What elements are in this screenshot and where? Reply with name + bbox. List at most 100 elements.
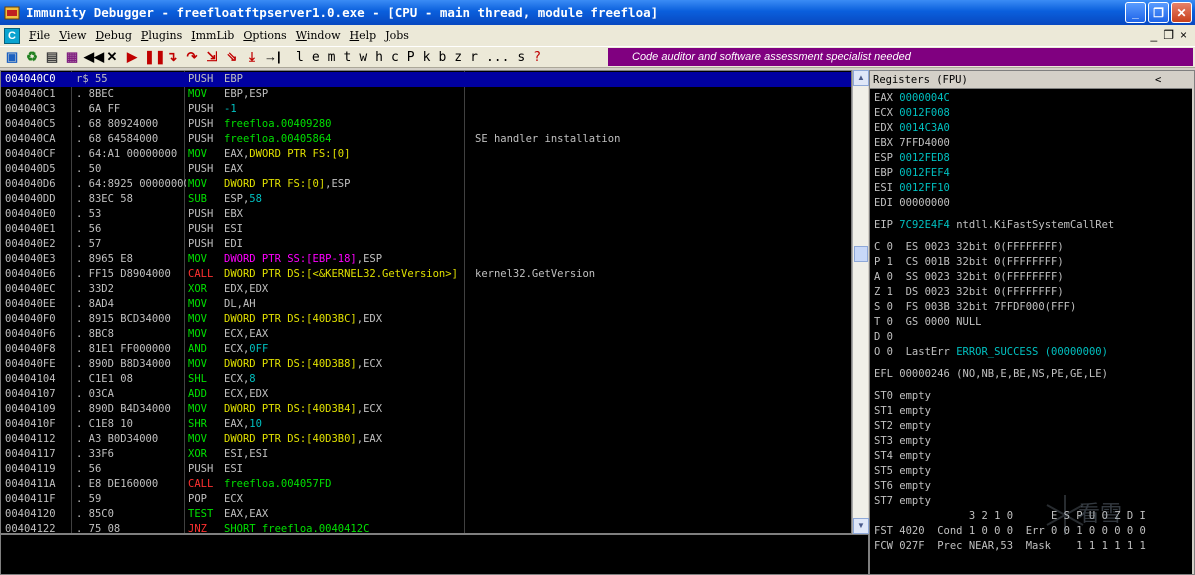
- register-line[interactable]: D 0: [874, 330, 893, 345]
- disassembly-row[interactable]: 00404109 . 890D B4D34000 MOV DWORD PTR DS:[…: [1, 402, 851, 417]
- execute-till-return-icon[interactable]: ⤓: [244, 49, 260, 65]
- disassembly-row[interactable]: 004040F6 . 8BC8 MOV ECX,EAX: [1, 327, 851, 342]
- register-line[interactable]: S 0 FS 003B 32bit 7FFDF000(FFF): [874, 300, 1076, 315]
- close-debuggee-icon[interactable]: ✕: [104, 49, 120, 65]
- register-line[interactable]: EDX 0014C3A0: [874, 121, 950, 136]
- disassembly-row[interactable]: 004040E6 . FF15 D8904000 CALL DWORD PTR DS:…: [1, 267, 851, 282]
- register-line[interactable]: T 0 GS 0000 NULL: [874, 315, 981, 330]
- register-line[interactable]: EBP 0012FEF4: [874, 166, 950, 181]
- title-bar[interactable]: Immunity Debugger - freefloatftpserver1.…: [0, 0, 1195, 25]
- disassembly-row[interactable]: 00404119 . 56 PUSH ESI: [1, 462, 851, 477]
- disassembly-row[interactable]: 004040F0 . 8915 BCD34000 MOV DWORD PTR DS:[…: [1, 312, 851, 327]
- menu-jobs[interactable]: Jobs: [385, 29, 409, 42]
- disassembly-row[interactable]: 004040CA . 68 64584000 PUSH freefloa.004058…: [1, 132, 851, 147]
- mdi-minimize-button[interactable]: _: [1151, 28, 1158, 42]
- pycommand-icon[interactable]: ▦: [64, 49, 80, 65]
- register-line[interactable]: ST4 empty: [874, 449, 931, 464]
- menu-help[interactable]: Help: [350, 29, 377, 42]
- restart-icon[interactable]: ♻: [24, 49, 40, 65]
- go-to-icon[interactable]: →|: [264, 49, 281, 65]
- minimize-button[interactable]: _: [1125, 2, 1146, 23]
- toolbar-window-button[interactable]: c: [391, 50, 399, 65]
- disassembly-row[interactable]: 004040C0 r$ 55 PUSH EBP: [1, 72, 851, 87]
- register-line[interactable]: ECX 0012F008: [874, 106, 950, 121]
- disassembly-row[interactable]: 00404117 . 33F6 XOR ESI,ESI: [1, 447, 851, 462]
- toolbar-window-button[interactable]: z: [454, 50, 462, 65]
- register-line[interactable]: P 1 CS 001B 32bit 0(FFFFFFFF): [874, 255, 1064, 270]
- registers-header[interactable]: Registers (FPU) <: [870, 71, 1192, 89]
- menu-debug[interactable]: Debug: [95, 29, 132, 42]
- toolbar-window-button[interactable]: r: [470, 50, 478, 65]
- register-line[interactable]: Z 1 DS 0023 32bit 0(FFFFFFFF): [874, 285, 1064, 300]
- register-line[interactable]: EDI 00000000: [874, 196, 950, 211]
- open-icon[interactable]: ▣: [4, 49, 20, 65]
- disassembly-row[interactable]: 0040411A . E8 DE160000 CALL freefloa.004057…: [1, 477, 851, 492]
- disassembly-row[interactable]: 004040FE . 890D B8D34000 MOV DWORD PTR DS:[…: [1, 357, 851, 372]
- register-line[interactable]: A 0 SS 0023 32bit 0(FFFFFFFF): [874, 270, 1064, 285]
- disassembly-row[interactable]: 004040E1 . 56 PUSH ESI: [1, 222, 851, 237]
- toolbar-window-button[interactable]: w: [359, 50, 367, 65]
- dump-pane[interactable]: [0, 534, 869, 575]
- toolbar-window-button[interactable]: e: [312, 50, 320, 65]
- register-line[interactable]: O 0 LastErr ERROR_SUCCESS (00000000): [874, 345, 1108, 360]
- run-icon[interactable]: ▶: [124, 49, 140, 65]
- register-line[interactable]: ESP 0012FED8: [874, 151, 950, 166]
- toolbar-window-button[interactable]: P: [407, 50, 415, 65]
- disassembly-row[interactable]: 004040C3 . 6A FF PUSH -1: [1, 102, 851, 117]
- pause-icon[interactable]: ❚❚: [144, 49, 166, 65]
- trace-over-icon[interactable]: ⇘: [224, 49, 240, 65]
- disassembly-row[interactable]: 004040EE . 8AD4 MOV DL,AH: [1, 297, 851, 312]
- toolbar-window-button[interactable]: k: [423, 50, 431, 65]
- toolbar-window-button[interactable]: l: [296, 50, 304, 65]
- disassembly-pane[interactable]: 004040C0 r$ 55 PUSH EBP 004040C1 . 8BEC MOV EBP…: [0, 70, 852, 534]
- menu-options[interactable]: Options: [243, 29, 286, 42]
- disassembly-row[interactable]: 004040C5 . 68 80924000 PUSH freefloa.004092…: [1, 117, 851, 132]
- trace-into-icon[interactable]: ⇲: [204, 49, 220, 65]
- register-line[interactable]: ST2 empty: [874, 419, 931, 434]
- register-line[interactable]: ST7 empty: [874, 494, 931, 509]
- disassembly-row[interactable]: 004040E3 . 8965 E8 MOV DWORD PTR SS:[EBP-18…: [1, 252, 851, 267]
- disassembly-row[interactable]: 004040CF . 64:A1 00000000 MOV EAX,DWORD PTR…: [1, 147, 851, 162]
- scroll-up-button[interactable]: ▲: [853, 70, 869, 86]
- register-line[interactable]: C 0 ES 0023 32bit 0(FFFFFFFF): [874, 240, 1064, 255]
- menu-view[interactable]: View: [59, 29, 86, 42]
- disassembly-row[interactable]: 0040411F . 59 POP ECX: [1, 492, 851, 507]
- mdi-close-button[interactable]: ×: [1180, 28, 1187, 42]
- menu-window[interactable]: Window: [296, 29, 341, 42]
- disassembly-row[interactable]: 004040D6 . 64:8925 00000000 MOV DWORD PTR F…: [1, 177, 851, 192]
- disassembly-row[interactable]: 00404112 . A3 B0D34000 MOV DWORD PTR DS:[40…: [1, 432, 851, 447]
- register-line[interactable]: EAX 0000004C: [874, 91, 950, 106]
- ad-banner[interactable]: Code auditor and software assessment spe…: [608, 48, 1193, 66]
- menu-file[interactable]: File: [29, 29, 50, 42]
- register-line[interactable]: EIP 7C92E4F4 ntdll.KiFastSystemCallRet: [874, 218, 1114, 233]
- rewind-icon[interactable]: ◀◀: [84, 49, 104, 65]
- maximize-button[interactable]: ❐: [1148, 2, 1169, 23]
- step-over-icon[interactable]: ↷: [184, 49, 200, 65]
- menu-plugins[interactable]: Plugins: [141, 29, 182, 42]
- toolbar-window-button[interactable]: s: [517, 50, 525, 65]
- disassembly-row[interactable]: 00404104 . C1E1 08 SHL ECX,8: [1, 372, 851, 387]
- disassembly-row[interactable]: 00404120 . 85C0 TEST EAX,EAX: [1, 507, 851, 522]
- register-line[interactable]: ESI 0012FF10: [874, 181, 950, 196]
- close-button[interactable]: ✕: [1171, 2, 1192, 23]
- disassembly-row[interactable]: 004040F8 . 81E1 FF000000 AND ECX,0FF: [1, 342, 851, 357]
- toolbar-window-button[interactable]: ...: [486, 50, 509, 65]
- disassembly-row[interactable]: 00404107 . 03CA ADD ECX,EDX: [1, 387, 851, 402]
- registers-toggle-arrow[interactable]: <: [1155, 71, 1161, 89]
- disassembly-scrollbar[interactable]: ▲ ▼: [852, 70, 869, 534]
- register-line[interactable]: ST0 empty: [874, 389, 931, 404]
- register-line[interactable]: ST1 empty: [874, 404, 931, 419]
- disassembly-row[interactable]: 00404122 . 75 08 JNZ SHORT freefloa.0040412…: [1, 522, 851, 533]
- disassembly-row[interactable]: 004040C1 . 8BEC MOV EBP,ESP: [1, 87, 851, 102]
- disassembly-row[interactable]: 004040D5 . 50 PUSH EAX: [1, 162, 851, 177]
- register-line[interactable]: ST6 empty: [874, 479, 931, 494]
- disassembly-row[interactable]: 004040DD . 83EC 58 SUB ESP,58: [1, 192, 851, 207]
- register-line[interactable]: ST5 empty: [874, 464, 931, 479]
- menu-immlib[interactable]: ImmLib: [191, 29, 234, 42]
- toolbar-window-button[interactable]: h: [375, 50, 383, 65]
- toolbar-window-button[interactable]: b: [438, 50, 446, 65]
- scroll-thumb[interactable]: [854, 246, 868, 262]
- register-line[interactable]: EBX 7FFD4000: [874, 136, 950, 151]
- toolbar-window-button[interactable]: ?: [533, 50, 541, 65]
- register-line[interactable]: EFL 00000246 (NO,NB,E,BE,NS,PE,GE,LE): [874, 367, 1108, 382]
